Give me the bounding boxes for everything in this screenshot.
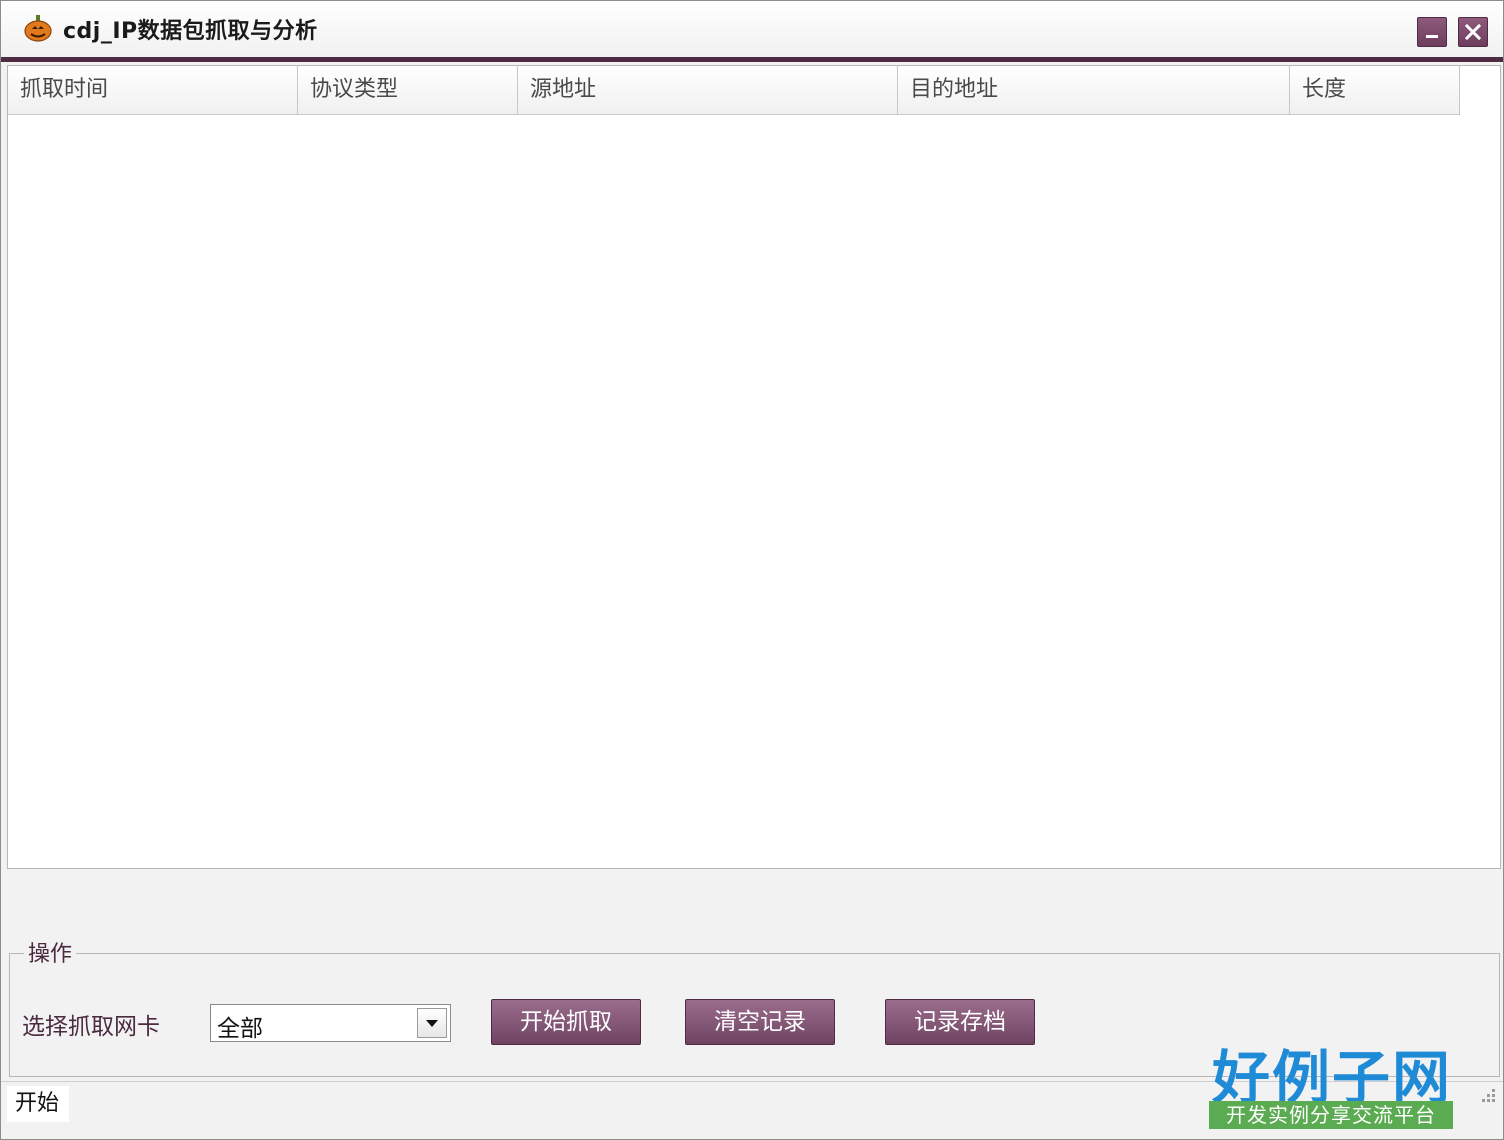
nic-label: 选择抓取网卡 [22, 1014, 160, 1040]
minimize-icon [1426, 35, 1438, 38]
close-button[interactable] [1458, 17, 1488, 47]
nic-select[interactable]: 全部 [210, 1004, 451, 1042]
packet-list-body[interactable] [8, 115, 1500, 868]
status-text: 开始 [7, 1086, 70, 1122]
minimize-button[interactable] [1417, 17, 1447, 47]
pumpkin-icon [23, 13, 53, 43]
column-header-capture-time[interactable]: 抓取时间 [8, 66, 298, 114]
chevron-down-icon [426, 1020, 438, 1027]
packet-list-header: 抓取时间 协议类型 源地址 目的地址 长度 [8, 66, 1460, 115]
watermark-subtitle: 开发实例分享交流平台 [1209, 1101, 1453, 1129]
save-records-button[interactable]: 记录存档 [885, 999, 1035, 1045]
start-capture-button[interactable]: 开始抓取 [491, 999, 641, 1045]
nic-select-value: 全部 [217, 1016, 263, 1042]
column-header-source[interactable]: 源地址 [518, 66, 898, 114]
watermark-logo: 好例子网 开发实例分享交流平台 [1207, 1031, 1457, 1131]
column-header-length[interactable]: 长度 [1290, 66, 1460, 114]
column-header-destination[interactable]: 目的地址 [898, 66, 1290, 114]
close-icon [1464, 23, 1482, 41]
resize-grip-icon[interactable] [1477, 1086, 1497, 1106]
clear-records-button[interactable]: 清空记录 [685, 999, 835, 1045]
title-bar[interactable]: cdj_IP数据包抓取与分析 [1, 1, 1503, 62]
main-window: cdj_IP数据包抓取与分析 抓取时间 协议类型 源地址 目的地址 长度 操作 … [0, 0, 1504, 1140]
dropdown-button[interactable] [417, 1008, 447, 1038]
operations-legend: 操作 [24, 936, 77, 968]
packet-list[interactable]: 抓取时间 协议类型 源地址 目的地址 长度 [7, 65, 1501, 869]
window-title: cdj_IP数据包抓取与分析 [63, 19, 318, 44]
column-header-protocol[interactable]: 协议类型 [298, 66, 518, 114]
